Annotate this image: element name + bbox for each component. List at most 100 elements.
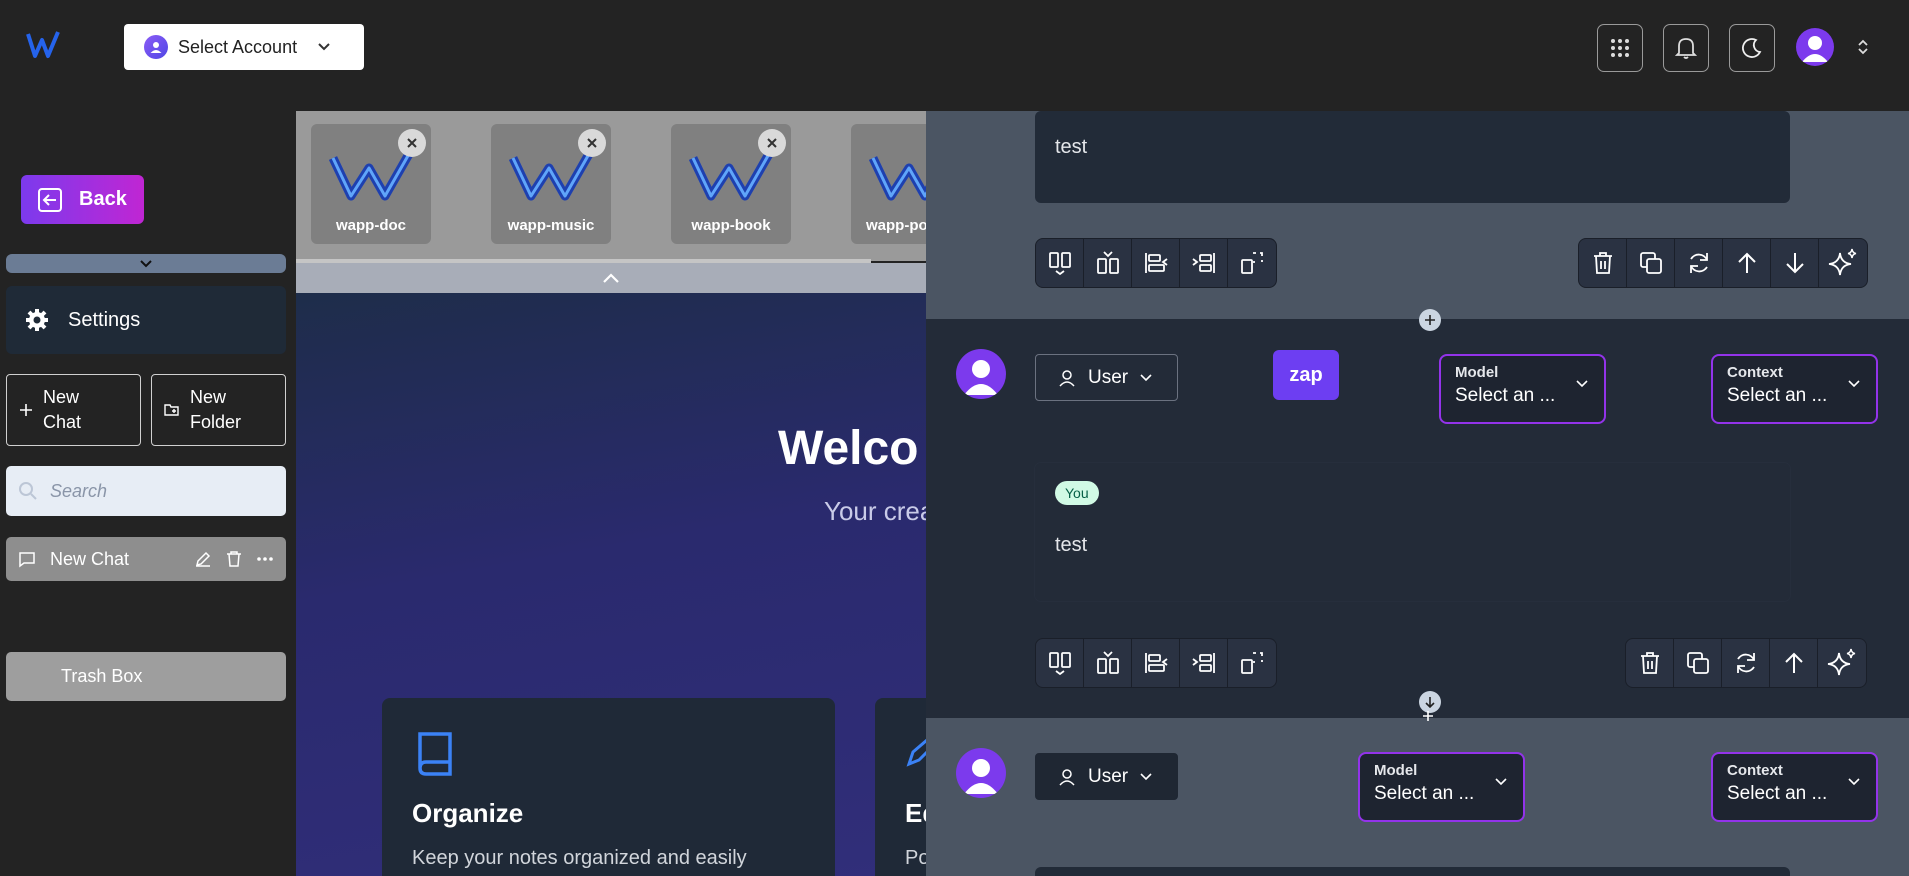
trash-icon[interactable] xyxy=(1626,639,1674,687)
refresh-icon[interactable] xyxy=(1722,639,1770,687)
context-select-title: Context xyxy=(1727,762,1783,779)
merge-columns-icon[interactable] xyxy=(1084,239,1132,287)
trash-icon[interactable] xyxy=(226,550,242,568)
trash-box-button[interactable]: Trash Box xyxy=(6,652,286,701)
copy-icon[interactable] xyxy=(1627,239,1675,287)
context-select[interactable]: Context Select an ... xyxy=(1711,752,1878,822)
chevron-down-icon xyxy=(1140,373,1152,382)
add-message-button[interactable] xyxy=(1419,707,1437,725)
focus-select-icon[interactable] xyxy=(1228,239,1276,287)
feature-card-organize[interactable]: Organize Keep your notes organized and e… xyxy=(382,698,835,876)
new-chat-button[interactable]: New Chat xyxy=(6,374,141,446)
indent-icon[interactable] xyxy=(1180,639,1228,687)
sender-badge: You xyxy=(1055,481,1099,505)
merge-columns-icon[interactable] xyxy=(1084,639,1132,687)
book-icon xyxy=(418,732,452,776)
message-box: You test xyxy=(1035,463,1790,601)
refresh-icon[interactable] xyxy=(1675,239,1723,287)
sidebar: Back Settings New Chat New Folder Search… xyxy=(0,111,296,876)
collapse-apps-button[interactable] xyxy=(296,263,926,293)
chevron-up-icon xyxy=(603,273,619,283)
chevron-down-icon xyxy=(1848,380,1860,388)
align-left-icon[interactable] xyxy=(1132,639,1180,687)
context-select[interactable]: Context Select an ... xyxy=(1711,354,1878,424)
back-icon xyxy=(37,187,63,213)
feature-card-edit[interactable]: Ed Po xyxy=(875,698,926,876)
main-area: wapp-doc wapp-music wapp-book wapp-po We… xyxy=(296,111,926,876)
message-text: test xyxy=(1055,136,1088,158)
bell-icon xyxy=(1675,38,1697,59)
top-bar: Select Account xyxy=(0,0,1909,111)
back-button[interactable]: Back xyxy=(21,175,144,224)
chevron-down-icon xyxy=(1576,380,1588,388)
apps-grid-button[interactable] xyxy=(1597,24,1643,72)
account-selector[interactable]: Select Account xyxy=(124,24,364,70)
role-select[interactable]: User xyxy=(1035,753,1178,800)
wapp-logo-icon xyxy=(869,156,926,201)
user-icon xyxy=(1058,768,1076,786)
new-folder-button[interactable]: New Folder xyxy=(151,374,286,446)
settings-item[interactable]: Settings xyxy=(6,286,286,354)
new-chat-label: New Chat xyxy=(43,387,82,432)
split-columns-icon[interactable] xyxy=(1036,239,1084,287)
new-folder-label: New Folder xyxy=(190,387,242,432)
model-select-value: Select an ... xyxy=(1455,385,1556,406)
sparkles-icon[interactable] xyxy=(1819,239,1867,287)
close-icon[interactable] xyxy=(758,129,786,157)
zap-badge[interactable]: zap xyxy=(1273,350,1339,400)
more-icon[interactable] xyxy=(256,556,274,562)
expand-user-menu-icon[interactable] xyxy=(1857,38,1869,56)
welcome-subtitle: Your crea xyxy=(824,496,926,526)
edit-icon[interactable] xyxy=(194,550,212,568)
focus-select-icon[interactable] xyxy=(1228,639,1276,687)
app-card[interactable]: wapp-doc xyxy=(311,124,431,244)
align-left-icon[interactable] xyxy=(1132,239,1180,287)
card-text: Keep your notes organized and easily xyxy=(412,847,747,869)
chevron-down-icon xyxy=(140,259,152,267)
model-select[interactable]: Model Select an ... xyxy=(1358,752,1525,822)
chat-list-item[interactable]: New Chat xyxy=(6,537,286,581)
arrow-up-icon[interactable] xyxy=(1723,239,1771,287)
role-label: User xyxy=(1088,366,1129,388)
chevron-down-icon xyxy=(317,42,331,52)
search-icon xyxy=(18,481,38,501)
app-logo[interactable] xyxy=(26,30,60,60)
chevron-down-icon xyxy=(1140,772,1152,781)
app-card[interactable]: wapp-music xyxy=(491,124,611,244)
message-avatar xyxy=(956,748,1006,798)
copy-icon[interactable] xyxy=(1674,639,1722,687)
arrow-up-icon[interactable] xyxy=(1770,639,1818,687)
close-icon[interactable] xyxy=(398,129,426,157)
theme-toggle-button[interactable] xyxy=(1729,24,1775,72)
app-card[interactable]: wapp-po xyxy=(851,124,926,244)
welcome-title: Welco xyxy=(778,422,919,475)
plus-icon xyxy=(19,403,33,417)
sparkles-icon[interactable] xyxy=(1818,639,1866,687)
message-left-toolbar xyxy=(1035,638,1277,688)
message-avatar xyxy=(956,349,1006,399)
role-select[interactable]: User xyxy=(1035,354,1178,401)
wapp-logo-icon xyxy=(329,152,413,201)
app-name: wapp-po xyxy=(866,217,926,234)
card-title: Ed xyxy=(905,798,926,828)
close-icon[interactable] xyxy=(578,129,606,157)
search-placeholder: Search xyxy=(50,480,108,501)
collapse-bar[interactable] xyxy=(6,254,286,273)
message-text: test xyxy=(1055,534,1088,556)
trash-icon[interactable] xyxy=(1579,239,1627,287)
app-name: wapp-doc xyxy=(336,217,406,234)
notifications-button[interactable] xyxy=(1663,24,1709,72)
split-columns-icon[interactable] xyxy=(1036,639,1084,687)
model-select[interactable]: Model Select an ... xyxy=(1439,354,1606,424)
arrow-down-icon[interactable] xyxy=(1771,239,1819,287)
chat-bubble-icon xyxy=(18,550,36,568)
add-message-button[interactable] xyxy=(1419,309,1441,331)
chat-panel: test User zap Model Select an ... Contex… xyxy=(926,111,1909,876)
search-input[interactable]: Search xyxy=(6,466,286,516)
settings-label: Settings xyxy=(68,308,141,331)
moon-icon xyxy=(1742,38,1762,58)
indent-icon[interactable] xyxy=(1180,239,1228,287)
model-select-title: Model xyxy=(1455,364,1499,381)
user-avatar[interactable] xyxy=(1796,28,1834,66)
app-card[interactable]: wapp-book xyxy=(671,124,791,244)
